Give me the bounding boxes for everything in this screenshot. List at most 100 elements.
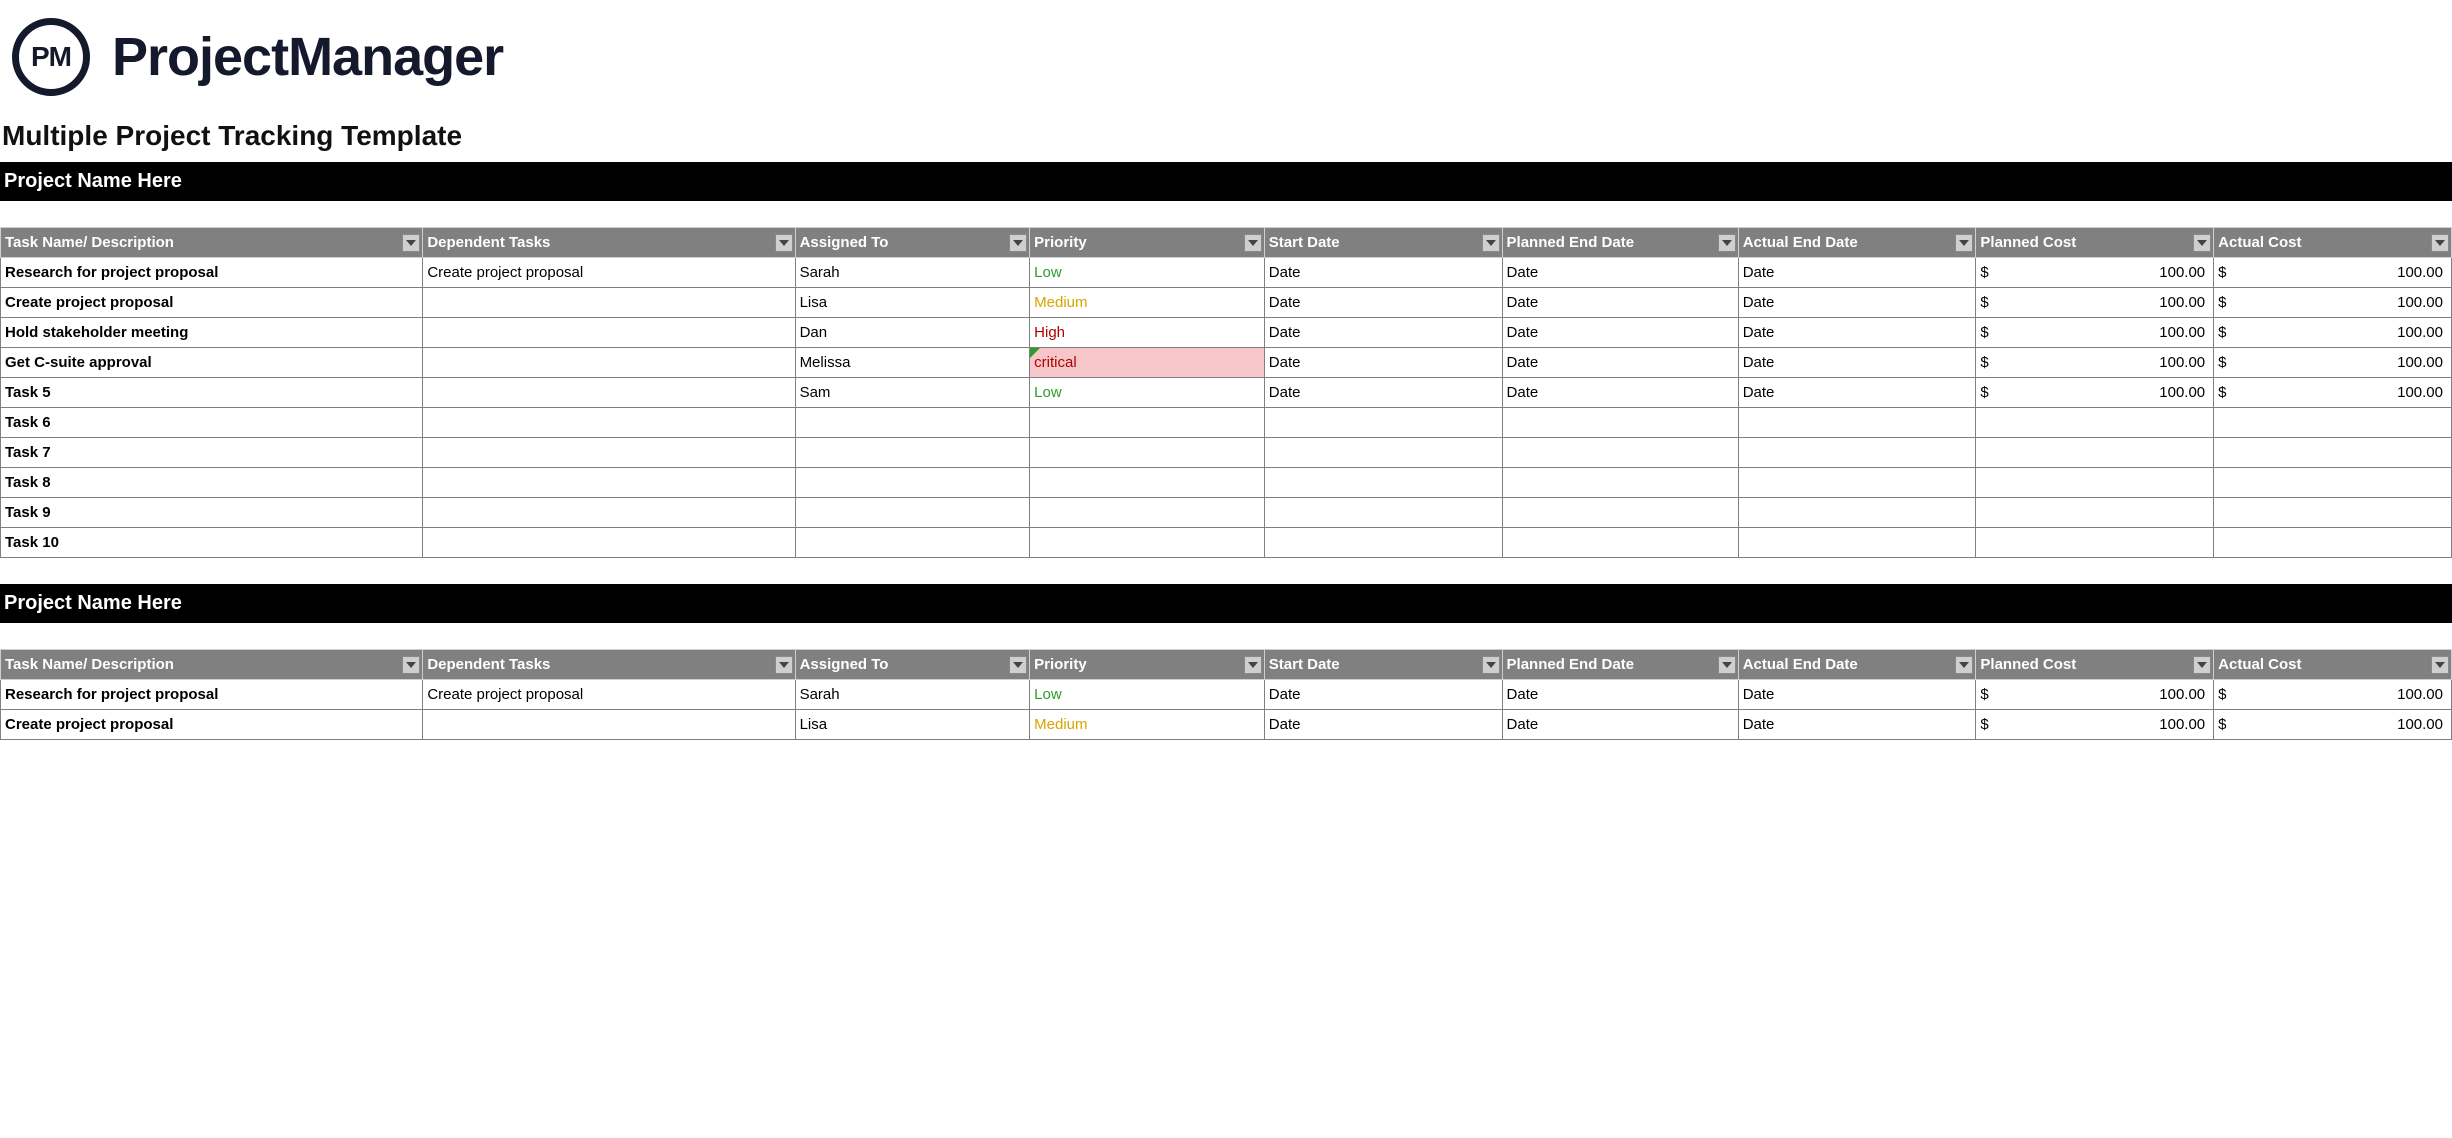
cell-planned-cost[interactable]: $100.00 [1976, 378, 2214, 408]
cell-priority[interactable]: High [1030, 318, 1265, 348]
filter-dropdown-icon[interactable] [775, 656, 793, 674]
cell-start-date[interactable] [1264, 498, 1502, 528]
column-header-task[interactable]: Task Name/ Description [1, 228, 423, 258]
cell-priority[interactable] [1030, 438, 1265, 468]
cell-start-date[interactable]: Date [1264, 258, 1502, 288]
filter-dropdown-icon[interactable] [2193, 656, 2211, 674]
cell-actual-end-date[interactable] [1738, 498, 1976, 528]
cell-actual-end-date[interactable]: Date [1738, 258, 1976, 288]
filter-dropdown-icon[interactable] [1718, 656, 1736, 674]
column-header-actual-cost[interactable]: Actual Cost [2214, 650, 2452, 680]
cell-actual-cost[interactable]: $100.00 [2214, 378, 2452, 408]
cell-planned-end-date[interactable] [1502, 498, 1738, 528]
cell-actual-cost[interactable]: $100.00 [2214, 318, 2452, 348]
filter-dropdown-icon[interactable] [1009, 656, 1027, 674]
cell-priority[interactable]: Low [1030, 378, 1265, 408]
cell-planned-cost[interactable]: $100.00 [1976, 348, 2214, 378]
cell-task-name[interactable]: Task 10 [1, 528, 423, 558]
cell-actual-end-date[interactable]: Date [1738, 680, 1976, 710]
cell-planned-cost[interactable] [1976, 528, 2214, 558]
cell-actual-end-date[interactable] [1738, 468, 1976, 498]
cell-planned-end-date[interactable] [1502, 528, 1738, 558]
cell-dependent-tasks[interactable]: Create project proposal [423, 680, 795, 710]
cell-start-date[interactable] [1264, 528, 1502, 558]
cell-actual-cost[interactable] [2214, 438, 2452, 468]
cell-priority[interactable]: critical [1030, 348, 1265, 378]
cell-actual-end-date[interactable] [1738, 528, 1976, 558]
filter-dropdown-icon[interactable] [1955, 234, 1973, 252]
cell-task-name[interactable]: Create project proposal [1, 710, 423, 740]
cell-actual-cost[interactable]: $100.00 [2214, 288, 2452, 318]
filter-dropdown-icon[interactable] [1718, 234, 1736, 252]
filter-dropdown-icon[interactable] [2193, 234, 2211, 252]
cell-dependent-tasks[interactable] [423, 348, 795, 378]
cell-task-name[interactable]: Research for project proposal [1, 680, 423, 710]
cell-dependent-tasks[interactable] [423, 318, 795, 348]
cell-priority[interactable]: Low [1030, 258, 1265, 288]
cell-start-date[interactable] [1264, 468, 1502, 498]
column-header-start-date[interactable]: Start Date [1264, 228, 1502, 258]
cell-actual-end-date[interactable]: Date [1738, 710, 1976, 740]
cell-planned-end-date[interactable]: Date [1502, 318, 1738, 348]
cell-assigned-to[interactable]: Sarah [795, 258, 1030, 288]
cell-dependent-tasks[interactable]: Create project proposal [423, 258, 795, 288]
filter-dropdown-icon[interactable] [402, 234, 420, 252]
cell-start-date[interactable] [1264, 438, 1502, 468]
cell-start-date[interactable]: Date [1264, 348, 1502, 378]
cell-priority[interactable]: Medium [1030, 710, 1265, 740]
filter-dropdown-icon[interactable] [2431, 234, 2449, 252]
cell-priority[interactable] [1030, 408, 1265, 438]
cell-task-name[interactable]: Get C-suite approval [1, 348, 423, 378]
column-header-planned-cost[interactable]: Planned Cost [1976, 650, 2214, 680]
cell-dependent-tasks[interactable] [423, 288, 795, 318]
column-header-priority[interactable]: Priority [1030, 650, 1265, 680]
cell-planned-cost[interactable]: $100.00 [1976, 318, 2214, 348]
cell-planned-cost[interactable]: $100.00 [1976, 258, 2214, 288]
cell-planned-end-date[interactable]: Date [1502, 288, 1738, 318]
filter-dropdown-icon[interactable] [1955, 656, 1973, 674]
column-header-priority[interactable]: Priority [1030, 228, 1265, 258]
column-header-planned-end[interactable]: Planned End Date [1502, 228, 1738, 258]
cell-dependent-tasks[interactable] [423, 528, 795, 558]
column-header-task[interactable]: Task Name/ Description [1, 650, 423, 680]
column-header-dependent[interactable]: Dependent Tasks [423, 228, 795, 258]
cell-actual-end-date[interactable]: Date [1738, 348, 1976, 378]
cell-actual-cost[interactable] [2214, 468, 2452, 498]
cell-dependent-tasks[interactable] [423, 498, 795, 528]
cell-actual-cost[interactable]: $100.00 [2214, 258, 2452, 288]
cell-dependent-tasks[interactable] [423, 438, 795, 468]
column-header-assigned[interactable]: Assigned To [795, 228, 1030, 258]
cell-priority[interactable] [1030, 468, 1265, 498]
cell-planned-end-date[interactable]: Date [1502, 348, 1738, 378]
column-header-dependent[interactable]: Dependent Tasks [423, 650, 795, 680]
cell-planned-end-date[interactable]: Date [1502, 378, 1738, 408]
cell-task-name[interactable]: Task 6 [1, 408, 423, 438]
cell-assigned-to[interactable] [795, 438, 1030, 468]
cell-task-name[interactable]: Task 5 [1, 378, 423, 408]
cell-start-date[interactable]: Date [1264, 710, 1502, 740]
cell-planned-end-date[interactable]: Date [1502, 710, 1738, 740]
cell-dependent-tasks[interactable] [423, 710, 795, 740]
cell-planned-end-date[interactable] [1502, 438, 1738, 468]
filter-dropdown-icon[interactable] [1244, 656, 1262, 674]
column-header-actual-end[interactable]: Actual End Date [1738, 650, 1976, 680]
cell-priority[interactable]: Low [1030, 680, 1265, 710]
column-header-start-date[interactable]: Start Date [1264, 650, 1502, 680]
cell-task-name[interactable]: Task 7 [1, 438, 423, 468]
cell-task-name[interactable]: Research for project proposal [1, 258, 423, 288]
cell-actual-end-date[interactable]: Date [1738, 378, 1976, 408]
cell-actual-end-date[interactable] [1738, 438, 1976, 468]
cell-start-date[interactable] [1264, 408, 1502, 438]
cell-assigned-to[interactable]: Melissa [795, 348, 1030, 378]
cell-actual-end-date[interactable] [1738, 408, 1976, 438]
cell-assigned-to[interactable] [795, 468, 1030, 498]
cell-dependent-tasks[interactable] [423, 468, 795, 498]
filter-dropdown-icon[interactable] [1482, 656, 1500, 674]
cell-planned-cost[interactable]: $100.00 [1976, 710, 2214, 740]
cell-task-name[interactable]: Hold stakeholder meeting [1, 318, 423, 348]
cell-planned-cost[interactable] [1976, 408, 2214, 438]
cell-assigned-to[interactable]: Sam [795, 378, 1030, 408]
cell-task-name[interactable]: Task 8 [1, 468, 423, 498]
cell-actual-cost[interactable]: $100.00 [2214, 710, 2452, 740]
cell-task-name[interactable]: Create project proposal [1, 288, 423, 318]
